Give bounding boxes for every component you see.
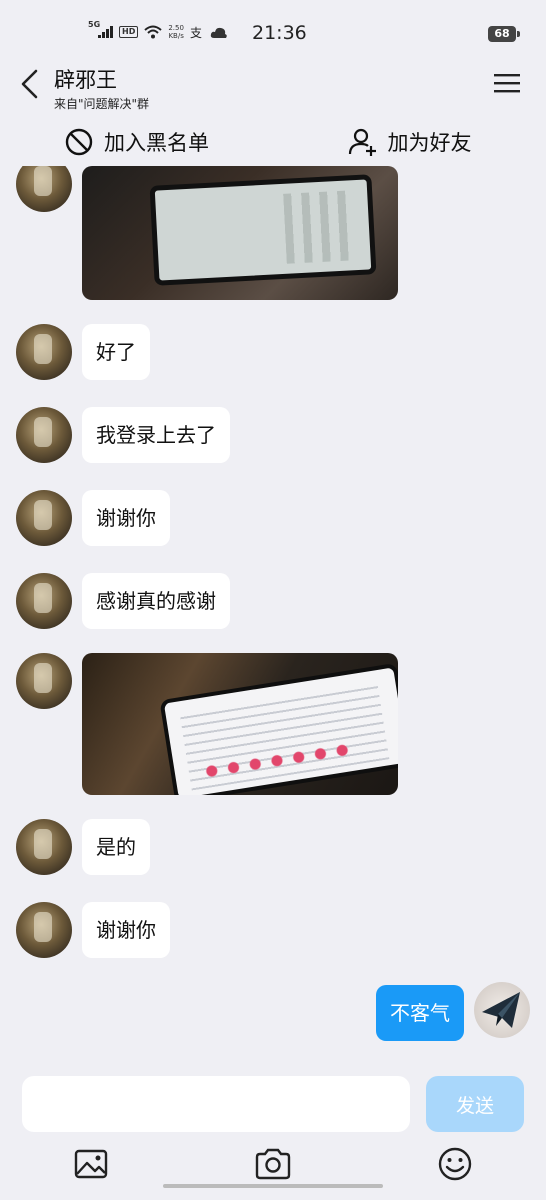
add-user-icon — [348, 128, 376, 156]
chat-header: 辟邪王 来自"问题解决"群 — [0, 60, 546, 116]
block-button[interactable]: 加入黑名单 — [0, 118, 273, 166]
image-button[interactable] — [71, 1144, 111, 1184]
message-input[interactable] — [22, 1076, 410, 1132]
avatar[interactable] — [16, 653, 72, 709]
status-icons: 5G HD 2.50 KB/s 支 — [88, 20, 228, 40]
text-message[interactable]: 是的 — [82, 819, 150, 875]
back-button[interactable] — [16, 68, 44, 100]
my-text-message[interactable]: 不客气 — [376, 985, 464, 1041]
hd-badge: HD — [119, 26, 139, 38]
paper-plane-icon — [482, 992, 520, 1028]
chat-subtitle: 来自"问题解决"群 — [54, 97, 150, 111]
wifi-icon — [144, 25, 163, 39]
menu-button[interactable] — [494, 72, 520, 94]
add-friend-label: 加为好友 — [387, 131, 472, 155]
camera-icon — [255, 1148, 291, 1180]
send-button[interactable]: 发送 — [426, 1076, 524, 1132]
network-type: 5G — [88, 20, 101, 29]
image-message[interactable] — [82, 653, 398, 795]
avatar[interactable] — [16, 573, 72, 629]
emoji-icon — [438, 1147, 472, 1181]
cloud-icon — [210, 27, 227, 38]
image-icon — [74, 1149, 108, 1179]
emoji-button[interactable] — [435, 1144, 475, 1184]
chat-title: 辟邪王 — [54, 68, 117, 92]
text-message[interactable]: 我登录上去了 — [82, 407, 230, 463]
text-message[interactable]: 谢谢你 — [82, 902, 170, 958]
action-bar: 加入黑名单 加为好友 — [0, 118, 546, 166]
chevron-left-icon — [21, 69, 38, 99]
block-label: 加入黑名单 — [104, 131, 209, 155]
svg-text:支: 支 — [190, 26, 202, 39]
menu-icon — [494, 74, 520, 93]
avatar[interactable] — [16, 819, 72, 875]
block-icon — [65, 128, 93, 156]
network-speed: 2.50 KB/s — [168, 24, 184, 40]
text-message[interactable]: 感谢真的感谢 — [82, 573, 230, 629]
add-friend-button[interactable]: 加为好友 — [273, 118, 546, 166]
input-bar: 发送 — [0, 1068, 546, 1134]
signal-icon: 5G — [88, 20, 113, 38]
avatar[interactable] — [16, 324, 72, 380]
clock: 21:36 — [252, 22, 307, 44]
avatar[interactable] — [16, 407, 72, 463]
avatar[interactable] — [16, 166, 72, 212]
message-list[interactable]: 好了 我登录上去了 谢谢你 感谢真的感谢 是的 谢谢你 不客气 — [0, 166, 546, 1066]
home-indicator[interactable] — [163, 1184, 383, 1188]
alipay-icon: 支 — [190, 26, 202, 39]
battery-icon: 68 — [488, 26, 520, 42]
text-message[interactable]: 好了 — [82, 324, 150, 380]
avatar[interactable] — [16, 490, 72, 546]
status-bar: 5G HD 2.50 KB/s 支 21:36 68 — [0, 0, 546, 62]
my-avatar[interactable] — [474, 982, 530, 1038]
avatar[interactable] — [16, 902, 72, 958]
text-message[interactable]: 谢谢你 — [82, 490, 170, 546]
image-message[interactable] — [82, 166, 398, 300]
camera-button[interactable] — [253, 1144, 293, 1184]
tool-bar — [0, 1136, 546, 1192]
